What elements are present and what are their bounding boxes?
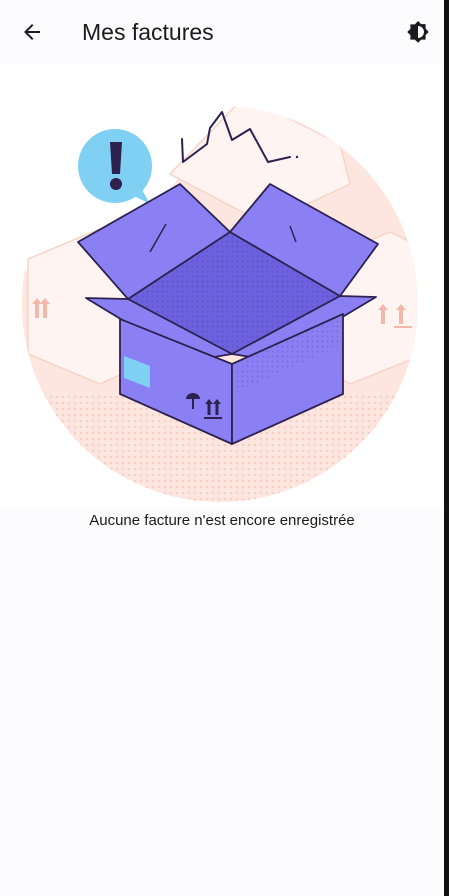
- theme-toggle-button[interactable]: [394, 8, 442, 56]
- brightness-icon: [407, 20, 429, 43]
- app-bar: Mes factures: [0, 0, 444, 64]
- page-title: Mes factures: [82, 19, 214, 45]
- arrow-back-icon: [24, 24, 40, 40]
- screen-edge: [444, 0, 449, 896]
- back-button[interactable]: [8, 8, 56, 56]
- empty-state-message: Aucune facture n'est encore enregistrée: [89, 512, 355, 529]
- screen: Mes factures Aucune facture n'est encore…: [0, 0, 444, 896]
- empty-box-illustration: [0, 64, 444, 508]
